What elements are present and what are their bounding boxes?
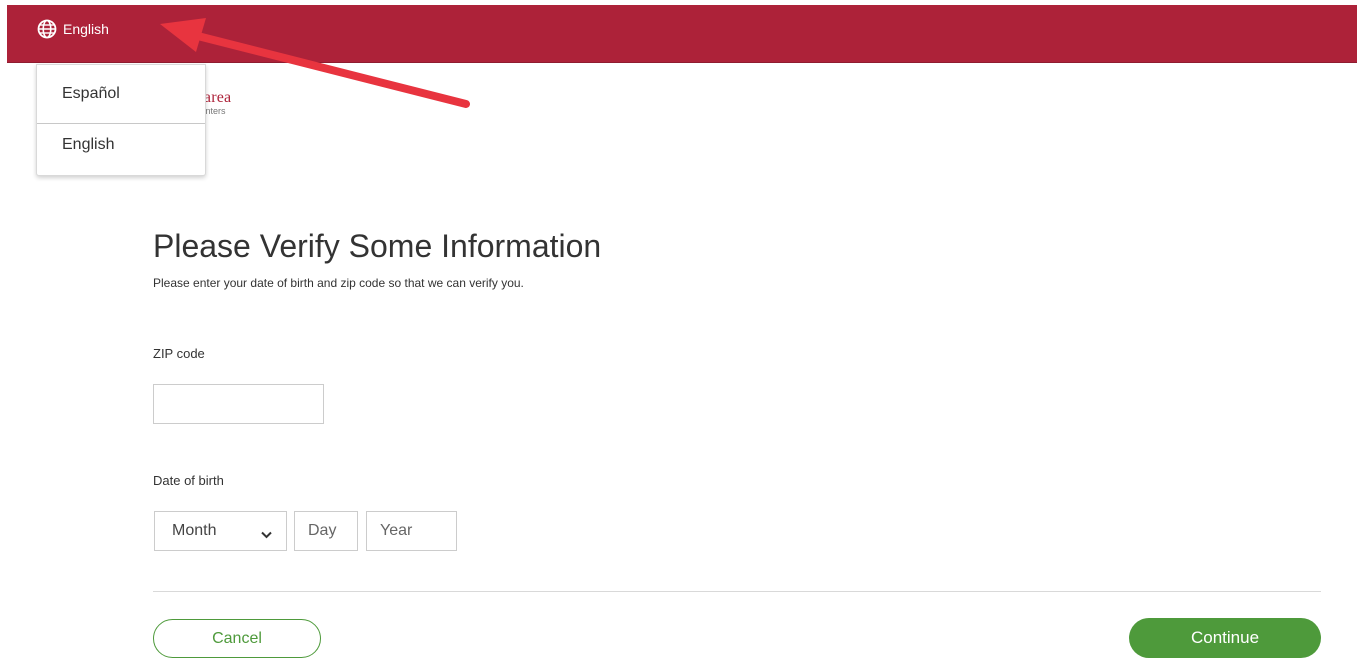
dob-label: Date of birth [153,473,224,488]
zip-label: ZIP code [153,346,205,361]
day-input[interactable] [294,511,358,551]
cancel-button[interactable]: Cancel [153,619,321,658]
language-menu: Español English [36,64,206,176]
top-bar: English [7,5,1357,63]
continue-button[interactable]: Continue [1129,618,1321,658]
globe-icon [37,19,57,39]
month-select-value: Month [172,522,217,539]
language-toggle[interactable]: English [37,18,109,40]
menu-item-espanol[interactable]: Español [37,65,205,124]
page-subtitle: Please enter your date of birth and zip … [153,276,524,290]
month-select[interactable]: Month [154,511,287,551]
page-title: Please Verify Some Information [153,228,602,264]
chevron-down-icon [261,526,272,544]
language-toggle-label: English [63,21,109,37]
divider [153,591,1321,592]
zip-input[interactable] [153,384,324,424]
menu-item-english[interactable]: English [37,124,205,174]
year-input[interactable] [366,511,457,551]
